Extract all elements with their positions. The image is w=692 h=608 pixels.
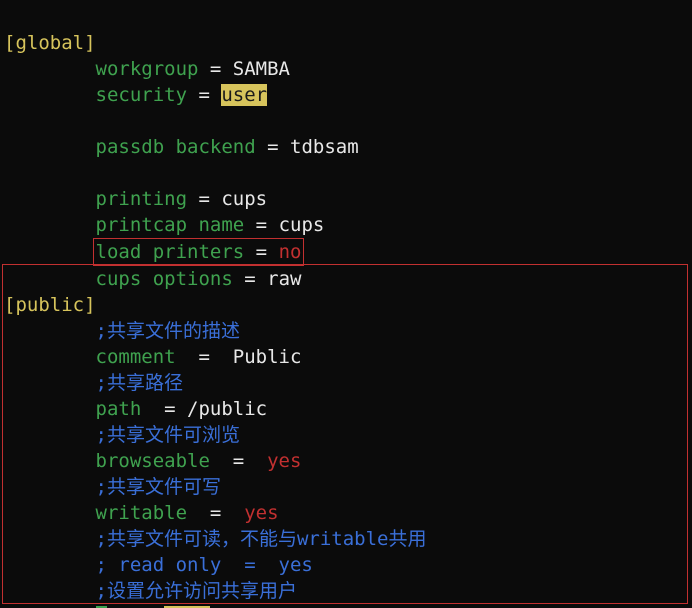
key-security: security: [96, 84, 188, 106]
val-load-printers: no: [279, 241, 302, 263]
comment-readonly-line: ; read only = yes: [96, 554, 313, 576]
comment-validusers: ;设置允许访问共享用户: [96, 580, 297, 602]
comment-path: ;共享路径: [96, 372, 183, 394]
key-cups-options: cups options: [96, 268, 233, 290]
val-comment: Public: [233, 346, 302, 368]
comment-desc: ;共享文件的描述: [96, 320, 240, 342]
equals: =: [141, 398, 187, 420]
key-workgroup: workgroup: [96, 58, 199, 80]
val-cups-options: raw: [267, 268, 301, 290]
equals: =: [187, 502, 244, 524]
section-global: [global]: [4, 32, 96, 54]
load-printers-box: load printers = no: [93, 238, 305, 266]
key-load-printers: load printers: [96, 241, 245, 263]
val-path: /public: [187, 398, 267, 420]
val-security: user: [221, 84, 267, 106]
equals: =: [187, 84, 221, 106]
equals: =: [233, 268, 267, 290]
comment-browseable: ;共享文件可浏览: [96, 424, 240, 446]
comment-readonly-a: ;共享文件可读，不能与: [96, 528, 297, 550]
key-printcap-name: printcap name: [96, 214, 245, 236]
config-file-view: [global] workgroup = SAMBA security = us…: [0, 0, 692, 608]
val-workgroup: SAMBA: [233, 58, 290, 80]
equals: =: [176, 346, 233, 368]
val-writable: yes: [244, 502, 278, 524]
section-public: [public]: [4, 294, 96, 316]
key-writable: writable: [96, 502, 188, 524]
equals: =: [210, 450, 267, 472]
key-path: path: [96, 398, 142, 420]
key-browseable: browseable: [96, 450, 210, 472]
comment-readonly-c: 共用: [388, 528, 426, 550]
val-passdb-backend: tdbsam: [290, 136, 359, 158]
key-printing: printing: [96, 188, 188, 210]
equals: =: [256, 136, 290, 158]
comment-writable: ;共享文件可写: [96, 476, 221, 498]
equals: =: [244, 241, 278, 263]
val-printing: cups: [221, 188, 267, 210]
val-printcap-name: cups: [279, 214, 325, 236]
equals: =: [244, 214, 278, 236]
key-passdb-backend: passdb backend: [96, 136, 256, 158]
comment-readonly-b: writable: [297, 528, 389, 550]
val-browseable: yes: [267, 450, 301, 472]
key-comment: comment: [96, 346, 176, 368]
equals: =: [198, 58, 232, 80]
equals: =: [187, 188, 221, 210]
